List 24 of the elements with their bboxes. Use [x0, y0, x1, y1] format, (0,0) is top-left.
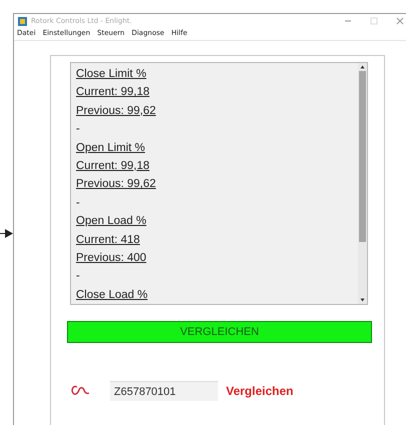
- status-text: Vergleichen: [226, 384, 294, 398]
- separator-text: -: [76, 122, 80, 138]
- serial-input[interactable]: Z657870101: [110, 381, 218, 401]
- app-icon: [18, 16, 27, 26]
- arrow-icon: [0, 229, 13, 238]
- separator-text: -: [76, 196, 80, 211]
- close-icon[interactable]: [395, 16, 405, 26]
- scroll-down-icon[interactable]: [359, 296, 366, 304]
- list-item: Current: 99,18: [76, 85, 150, 100]
- compare-button[interactable]: VERGLEICHEN: [67, 321, 372, 343]
- scrollbar[interactable]: [358, 63, 367, 304]
- list-item: Close Limit %: [76, 67, 146, 82]
- wave-icon: [70, 384, 90, 398]
- list-item: Previous: 99,62: [76, 177, 156, 192]
- list-item: Close Load %: [76, 288, 148, 303]
- list-item: Open Limit %: [76, 140, 146, 156]
- separator-text: -: [76, 269, 80, 284]
- scroll-thumb[interactable]: [359, 71, 366, 242]
- list-item: Current: 418: [76, 232, 140, 248]
- list-item: Open Load %: [76, 214, 146, 230]
- scroll-up-icon[interactable]: [359, 63, 366, 71]
- list-item: Previous: 400: [76, 250, 146, 266]
- list-item: Current: 99,18: [76, 158, 150, 174]
- list-item: Previous: 99,62: [76, 104, 156, 119]
